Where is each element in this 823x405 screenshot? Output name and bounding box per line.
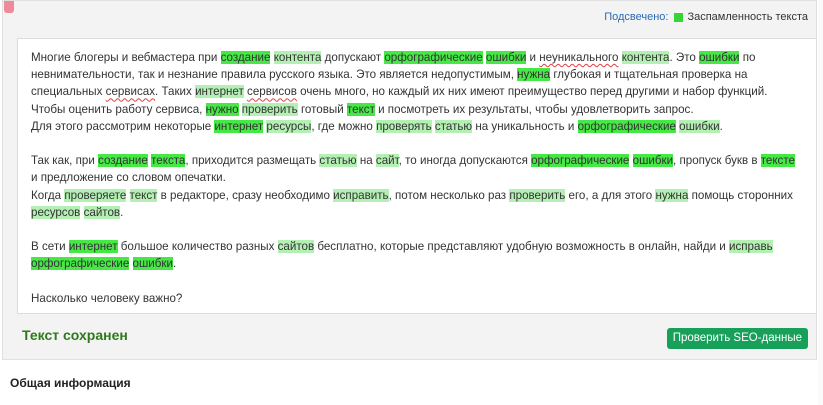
legend-item: Заспамленность текста — [687, 11, 808, 23]
spam-word-strong: создание — [220, 51, 271, 64]
text-run: , где можно — [311, 119, 377, 133]
spelling-flag: сервисах — [105, 85, 156, 99]
spelling-flag: неуникального — [539, 51, 619, 64]
text-run: В сети — [31, 240, 69, 254]
spam-word-strong: интернет — [214, 119, 264, 133]
spam-word: сайт — [375, 154, 399, 168]
spam-word: контента — [621, 51, 670, 64]
text-check-panel: Подсвечено: Заспамленность текста Многие… — [2, 0, 817, 360]
text-run: Насколько человеку важно? — [31, 291, 183, 305]
text-run: , приходится размещать — [185, 154, 320, 168]
spam-word: текст — [129, 188, 158, 202]
spam-word: контента — [273, 51, 322, 64]
page-scrollbar[interactable] — [818, 0, 823, 405]
spam-word: проверять — [376, 119, 432, 133]
spam-word: статью — [319, 154, 357, 168]
text-paragraph: Насколько человеку важно? — [31, 290, 803, 307]
spam-word: исправить — [333, 188, 389, 202]
text-run: . — [120, 205, 124, 219]
text-run: и посмотреть их результаты, чтобы удовле… — [374, 102, 694, 116]
spam-word-strong: тексте — [760, 154, 795, 168]
spam-word-strong: орфографические — [384, 51, 483, 64]
text-run: , то иногда допускаются — [398, 154, 532, 168]
spam-word: интернет — [195, 85, 244, 99]
spelling-flag: сервисов — [247, 85, 297, 99]
text-paragraph: Многие блогеры и вебмастера при создание… — [31, 49, 803, 135]
text-run: помощь сторонних — [688, 188, 793, 202]
spam-word-strong: ошибки — [632, 154, 674, 168]
spam-word: ресурсов — [31, 205, 81, 219]
spam-word-strong: интернет — [68, 240, 118, 254]
spam-word-strong: орфографические — [531, 154, 630, 168]
text-run: . — [719, 119, 723, 133]
text-paragraph: Так как, при создание текста, приходится… — [31, 152, 803, 221]
spam-word: ошибки — [679, 119, 720, 133]
spam-word-strong: орфографические — [31, 257, 130, 271]
text-run: и — [526, 51, 540, 64]
text-paragraph: В сети интернет большое количество разны… — [31, 238, 803, 272]
text-run: и предложение со словом опечатки. — [31, 171, 226, 185]
spam-word: сайтов — [83, 205, 121, 219]
check-seo-button[interactable]: Проверить SEO-данные — [666, 328, 808, 349]
spam-word-strong: ошибки — [699, 51, 740, 64]
text-run: бесплатно, которые представляют удобную … — [314, 240, 729, 254]
text-run: допускают — [321, 51, 385, 64]
spam-word-strong: ошибки — [485, 51, 527, 64]
spam-word-strong: создание — [98, 154, 148, 168]
text-run: Для этого рассмотрим некоторые — [31, 119, 215, 133]
spam-word: проверяете — [64, 188, 127, 202]
text-run: большое количество разных — [117, 240, 278, 254]
spam-word: ресурсы — [266, 119, 312, 133]
text-run: готовый — [297, 102, 347, 116]
general-info-heading: Общая информация — [10, 376, 131, 390]
text-run: очень много, но каждый их них имеют преи… — [296, 85, 768, 99]
corner-tab — [4, 1, 14, 13]
text-run: Когда — [31, 188, 65, 202]
text-run: в редакторе, сразу необходимо — [157, 188, 334, 202]
spam-word-strong: нужна — [517, 68, 551, 82]
spam-word: статью — [434, 119, 473, 133]
text-run: Так как, при — [31, 154, 99, 168]
text-run: . Таких — [155, 85, 196, 99]
spam-word: нужна — [655, 188, 689, 202]
checked-text-area[interactable]: Многие блогеры и вебмастера при создание… — [17, 38, 817, 314]
spam-word-strong: нужно — [205, 102, 239, 116]
spam-word-strong: текста — [151, 154, 186, 168]
highlight-legend: Подсвечено: Заспамленность текста — [604, 11, 808, 23]
text-run: Многие блогеры и вебмастера при — [31, 51, 221, 64]
text-run: , потом несколько раз — [388, 188, 510, 202]
text-run: , пропуск букв в — [673, 154, 761, 168]
legend-swatch — [674, 12, 684, 22]
spam-word: сайтов — [277, 240, 315, 254]
spam-word-strong: ошибки — [132, 257, 173, 271]
saved-status: Текст сохранен — [22, 327, 128, 343]
text-run: его, а для этого — [565, 188, 656, 202]
text-run: на уникальность и — [472, 119, 578, 133]
text-run: Чтобы оценить работу сервиса, — [31, 102, 206, 116]
text-run: . — [172, 257, 177, 271]
legend-label: Подсвечено: — [604, 11, 669, 23]
spam-word: исправь — [729, 240, 773, 254]
spam-word: проверить — [241, 102, 298, 116]
spam-word-strong: орфографические — [577, 119, 676, 133]
spam-word: проверить — [509, 188, 566, 202]
text-run: на — [356, 154, 376, 168]
text-run: . Это — [669, 51, 700, 64]
spam-word-strong: текст — [346, 102, 375, 116]
